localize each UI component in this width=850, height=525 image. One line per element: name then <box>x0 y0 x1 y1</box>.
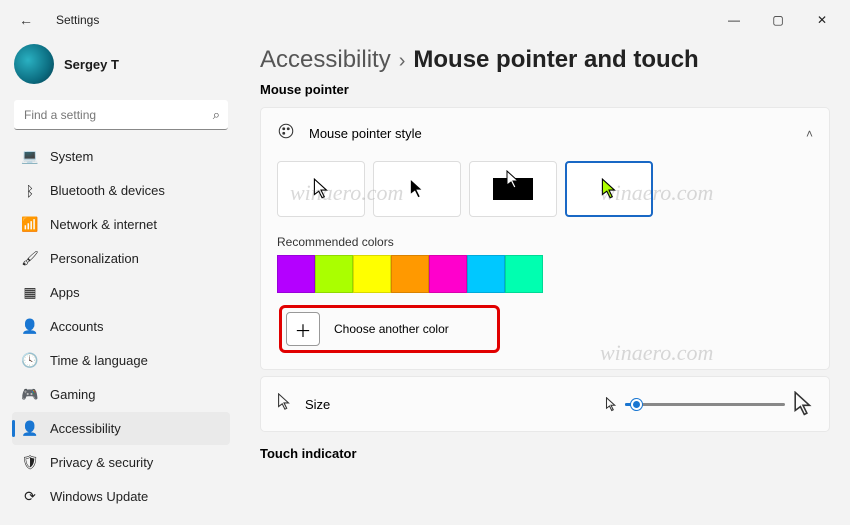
nav-list: 💻 System ᛒ Bluetooth & devices 📶 Network & in… <box>12 140 230 513</box>
window-controls: — ▢ ✕ <box>712 5 844 35</box>
color-swatch[interactable] <box>429 255 467 293</box>
choose-another-color-button[interactable]: ＋ <box>286 312 320 346</box>
sidebar-item-label: Gaming <box>50 387 96 402</box>
breadcrumb: Accessibility › Mouse pointer and touch <box>260 46 830 74</box>
app-title: Settings <box>56 13 99 27</box>
sidebar-item-gaming[interactable]: 🎮 Gaming <box>12 378 230 411</box>
choose-another-callout: ＋ Choose another color <box>279 305 500 353</box>
recommended-colors-label: Recommended colors <box>277 235 813 249</box>
color-swatch[interactable] <box>467 255 505 293</box>
sidebar-item-label: Bluetooth & devices <box>50 183 165 198</box>
nav-icon: 📶 <box>22 217 38 233</box>
size-label: Size <box>305 397 330 412</box>
chevron-up-icon: ˄ <box>806 127 813 141</box>
user-name: Sergey T <box>64 57 119 72</box>
pointer-size-card: Size <box>260 376 830 432</box>
choose-another-label: Choose another color <box>334 322 449 336</box>
sidebar-item-time-language[interactable]: 🕓 Time & language <box>12 344 230 377</box>
style-black[interactable] <box>373 161 461 217</box>
sidebar-item-label: Accounts <box>50 319 103 334</box>
sidebar-item-label: Personalization <box>50 251 139 266</box>
sidebar-item-label: Accessibility <box>50 421 121 436</box>
nav-icon: 🛡 <box>22 455 38 471</box>
section-mouse-pointer: Mouse pointer <box>260 82 830 97</box>
cursor-large-icon <box>793 391 813 417</box>
style-white[interactable] <box>277 161 365 217</box>
nav-icon: 👤 <box>22 319 38 335</box>
nav-icon: 🖌 <box>22 251 38 267</box>
cursor-small-icon <box>605 397 617 412</box>
sidebar-item-label: Network & internet <box>50 217 157 232</box>
minimize-button[interactable]: — <box>712 5 756 35</box>
color-swatch[interactable] <box>277 255 315 293</box>
nav-icon: 👤 <box>22 421 38 437</box>
sidebar: Sergey T ⌕ 💻 System ᛒ Bluetooth & devices 📶 N… <box>0 40 240 525</box>
pointer-style-label: Mouse pointer style <box>309 126 422 141</box>
color-swatch[interactable] <box>505 255 543 293</box>
sidebar-item-windows-update[interactable]: ⟳ Windows Update <box>12 480 230 513</box>
nav-icon: 💻 <box>22 149 38 165</box>
color-swatch[interactable] <box>315 255 353 293</box>
sidebar-item-network-internet[interactable]: 📶 Network & internet <box>12 208 230 241</box>
nav-icon: ▦ <box>22 285 38 301</box>
sidebar-item-bluetooth-devices[interactable]: ᛒ Bluetooth & devices <box>12 174 230 207</box>
close-button[interactable]: ✕ <box>800 5 844 35</box>
sidebar-item-apps[interactable]: ▦ Apps <box>12 276 230 309</box>
maximize-button[interactable]: ▢ <box>756 5 800 35</box>
style-custom-color[interactable] <box>565 161 653 217</box>
sidebar-item-label: System <box>50 149 93 164</box>
pointer-style-options <box>277 161 813 217</box>
breadcrumb-current: Mouse pointer and touch <box>413 46 698 74</box>
pointer-style-card: Mouse pointer style ˄ <box>260 107 830 370</box>
titlebar: ← Settings — ▢ ✕ <box>0 0 850 40</box>
color-swatch[interactable] <box>353 255 391 293</box>
nav-icon: 🎮 <box>22 387 38 403</box>
main-content[interactable]: Accessibility › Mouse pointer and touch … <box>240 40 850 525</box>
search-box: ⌕ <box>14 100 228 130</box>
sidebar-item-personalization[interactable]: 🖌 Personalization <box>12 242 230 275</box>
user-block[interactable]: Sergey T <box>12 40 230 98</box>
search-icon: ⌕ <box>213 107 220 123</box>
section-touch-indicator: Touch indicator <box>260 446 830 461</box>
nav-icon: ᛒ <box>22 183 38 199</box>
sidebar-item-label: Time & language <box>50 353 148 368</box>
style-inverted[interactable] <box>469 161 557 217</box>
sidebar-item-accounts[interactable]: 👤 Accounts <box>12 310 230 343</box>
color-swatches <box>277 255 813 293</box>
sidebar-item-label: Windows Update <box>50 489 148 504</box>
cursor-icon <box>277 393 291 416</box>
palette-icon <box>277 122 295 145</box>
breadcrumb-parent[interactable]: Accessibility <box>260 46 391 74</box>
sidebar-item-label: Apps <box>50 285 80 300</box>
back-button[interactable]: ← <box>12 6 40 34</box>
sidebar-item-system[interactable]: 💻 System <box>12 140 230 173</box>
avatar <box>14 44 54 84</box>
color-swatch[interactable] <box>391 255 429 293</box>
nav-icon: ⟳ <box>22 489 38 505</box>
sidebar-item-privacy-security[interactable]: 🛡 Privacy & security <box>12 446 230 479</box>
size-slider[interactable] <box>625 403 785 406</box>
sidebar-item-accessibility[interactable]: 👤 Accessibility <box>12 412 230 445</box>
pointer-style-header[interactable]: Mouse pointer style ˄ <box>277 122 813 145</box>
chevron-right-icon: › <box>399 50 406 73</box>
sidebar-item-label: Privacy & security <box>50 455 153 470</box>
nav-icon: 🕓 <box>22 353 38 369</box>
slider-thumb[interactable] <box>631 399 642 410</box>
search-input[interactable] <box>14 100 228 130</box>
